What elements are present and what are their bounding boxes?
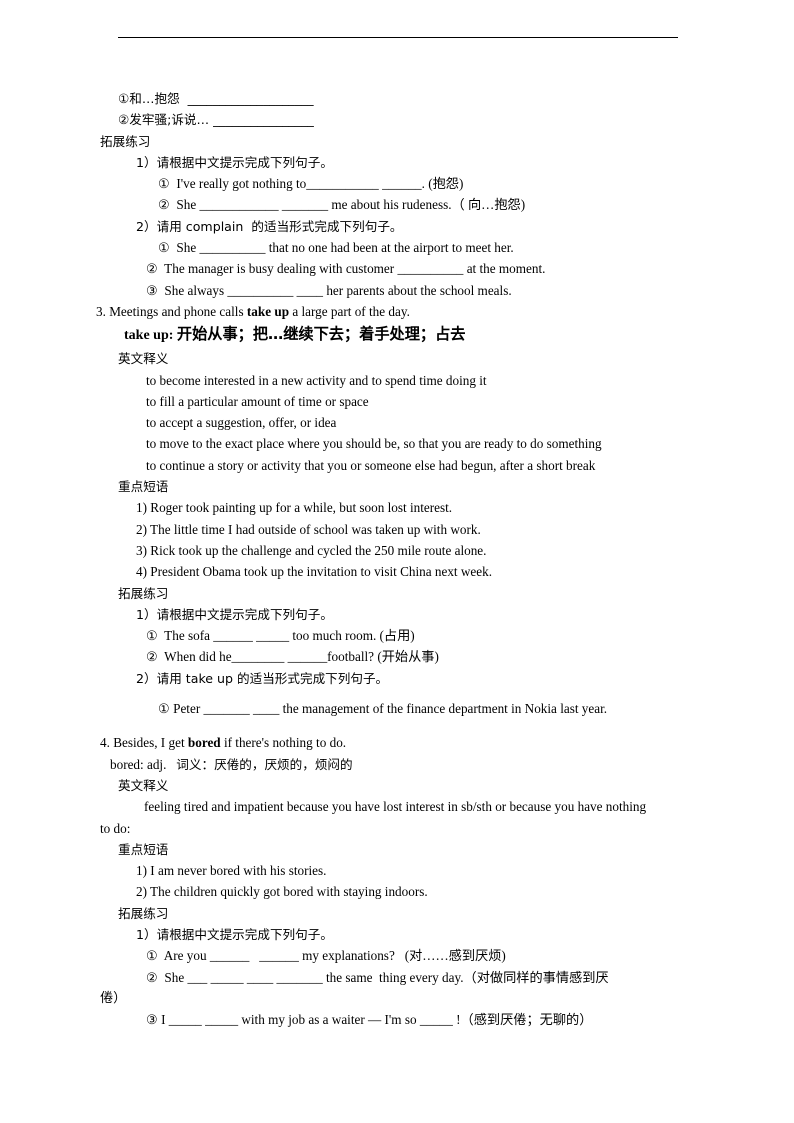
bored-english-def-heading: 英文释义 [118,777,169,793]
bored-headword-line: bored: adj. 词义：厌倦的，厌烦的，烦闷的 [0,754,794,775]
takeup-key-phrase: 1) Roger took painting up for a while, b… [136,500,453,516]
takeup-headword-line: take up: 开始从事；把…继续下去；着手处理；占去 [0,322,794,348]
complain-task1-heading: 1）请根据中文提示完成下列句子。 [136,154,333,170]
complain-task2-item-2: ② The manager is busy dealing with custo… [146,261,546,277]
bored-task1-heading: 1）请根据中文提示完成下列句子。 [136,926,333,942]
bored-task1-item-3: ③ I _____ _____ with my job as a waiter … [146,1012,593,1028]
bored-extend-heading: 拓展练习 [118,905,169,921]
complain-task1-item-2: ② She ____________ _______ me about his … [158,197,526,213]
document-page: ①和…抱怨 ____________________ ②发牢骚;诉说… ____… [0,0,794,1123]
takeup-key-phrase: 3) Rick took up the challenge and cycled… [136,542,487,558]
takeup-definition: to fill a particular amount of time or s… [146,393,369,409]
takeup-key-phrase: 2) The little time I had outside of scho… [136,521,481,537]
takeup-sentence-lead: 3. Meetings and phone calls [96,303,247,319]
complain-task1-item-1: ① I've really got nothing to___________ … [158,176,464,192]
complain-extend-heading: 拓展练习 [100,133,151,149]
bored-headword-chinese: 词义：厌倦的，厌烦的，烦闷的 [176,756,353,772]
bored-key-phrases-heading: 重点短语 [118,841,169,857]
complain-meaning-2: ②发牢骚;诉说… ________________ [118,112,314,128]
document-content: ①和…抱怨 ____________________ ②发牢骚;诉说… ____… [0,88,794,1030]
takeup-task1-heading: 1）请根据中文提示完成下列句子。 [136,606,333,622]
takeup-key-phrases-heading: 重点短语 [118,479,169,495]
takeup-english-def-heading: 英文释义 [118,351,169,367]
complain-task2-item-1: ① She __________ that no one had been at… [158,240,514,256]
bored-sentence-tail: if there's nothing to do. [220,735,347,751]
takeup-extend-heading: 拓展练习 [118,585,169,601]
bored-task1-item-2-wrap: 倦） [100,990,127,1006]
takeup-task2-item-1: ① Peter _______ ____ the management of t… [158,701,608,717]
bored-definition-line-1: feeling tired and impatient because you … [144,799,647,815]
takeup-definition: to accept a suggestion, offer, or idea [146,415,337,431]
bored-task1-item-1: ① Are you ______ ______ my explanations?… [146,948,506,964]
bored-key-phrase: 1) I am never bored with his stories. [136,863,327,879]
takeup-headword: take up: [124,328,174,344]
bored-key-phrase: 2) The children quickly got bored with s… [136,884,428,900]
takeup-sentence-keyword: take up [246,303,290,319]
takeup-definition: to move to the exact place where you sho… [146,436,602,452]
bored-headword: bored: adj. [110,756,167,772]
takeup-definition: to continue a story or activity that you… [146,457,596,473]
takeup-definition: to become interested in a new activity a… [146,372,487,388]
complain-task2-heading: 2）请用 complain 的适当形式完成下列句子。 [136,218,403,234]
complain-task2-item-3: ③ She always __________ ____ her parents… [146,282,512,298]
bored-example-sentence: 4. Besides, I get bored if there's nothi… [0,732,794,753]
bored-task1-item-2: ② She ___ _____ ____ _______ the same th… [146,969,609,985]
takeup-headword-chinese: 开始从事；把…继续下去；着手处理；占去 [176,325,466,344]
takeup-task2-heading: 2）请用 take up 的适当形式完成下列句子。 [136,670,389,686]
takeup-task1-item-2: ② When did he________ ______football? (开… [146,649,439,665]
bored-definition-line-2: to do: [100,820,131,836]
takeup-task1-item-1: ① The sofa ______ _____ too much room. (… [146,628,415,644]
bored-sentence-lead: 4. Besides, I get [100,735,188,751]
takeup-sentence-tail: a large part of the day. [289,303,410,319]
takeup-example-sentence: 3. Meetings and phone calls take up a la… [0,301,794,322]
complain-meaning-1: ①和…抱怨 ____________________ [118,91,314,106]
header-horizontal-rule [118,37,678,38]
bored-sentence-keyword: bored [187,735,221,751]
takeup-key-phrase: 4) President Obama took up the invitatio… [136,564,493,580]
